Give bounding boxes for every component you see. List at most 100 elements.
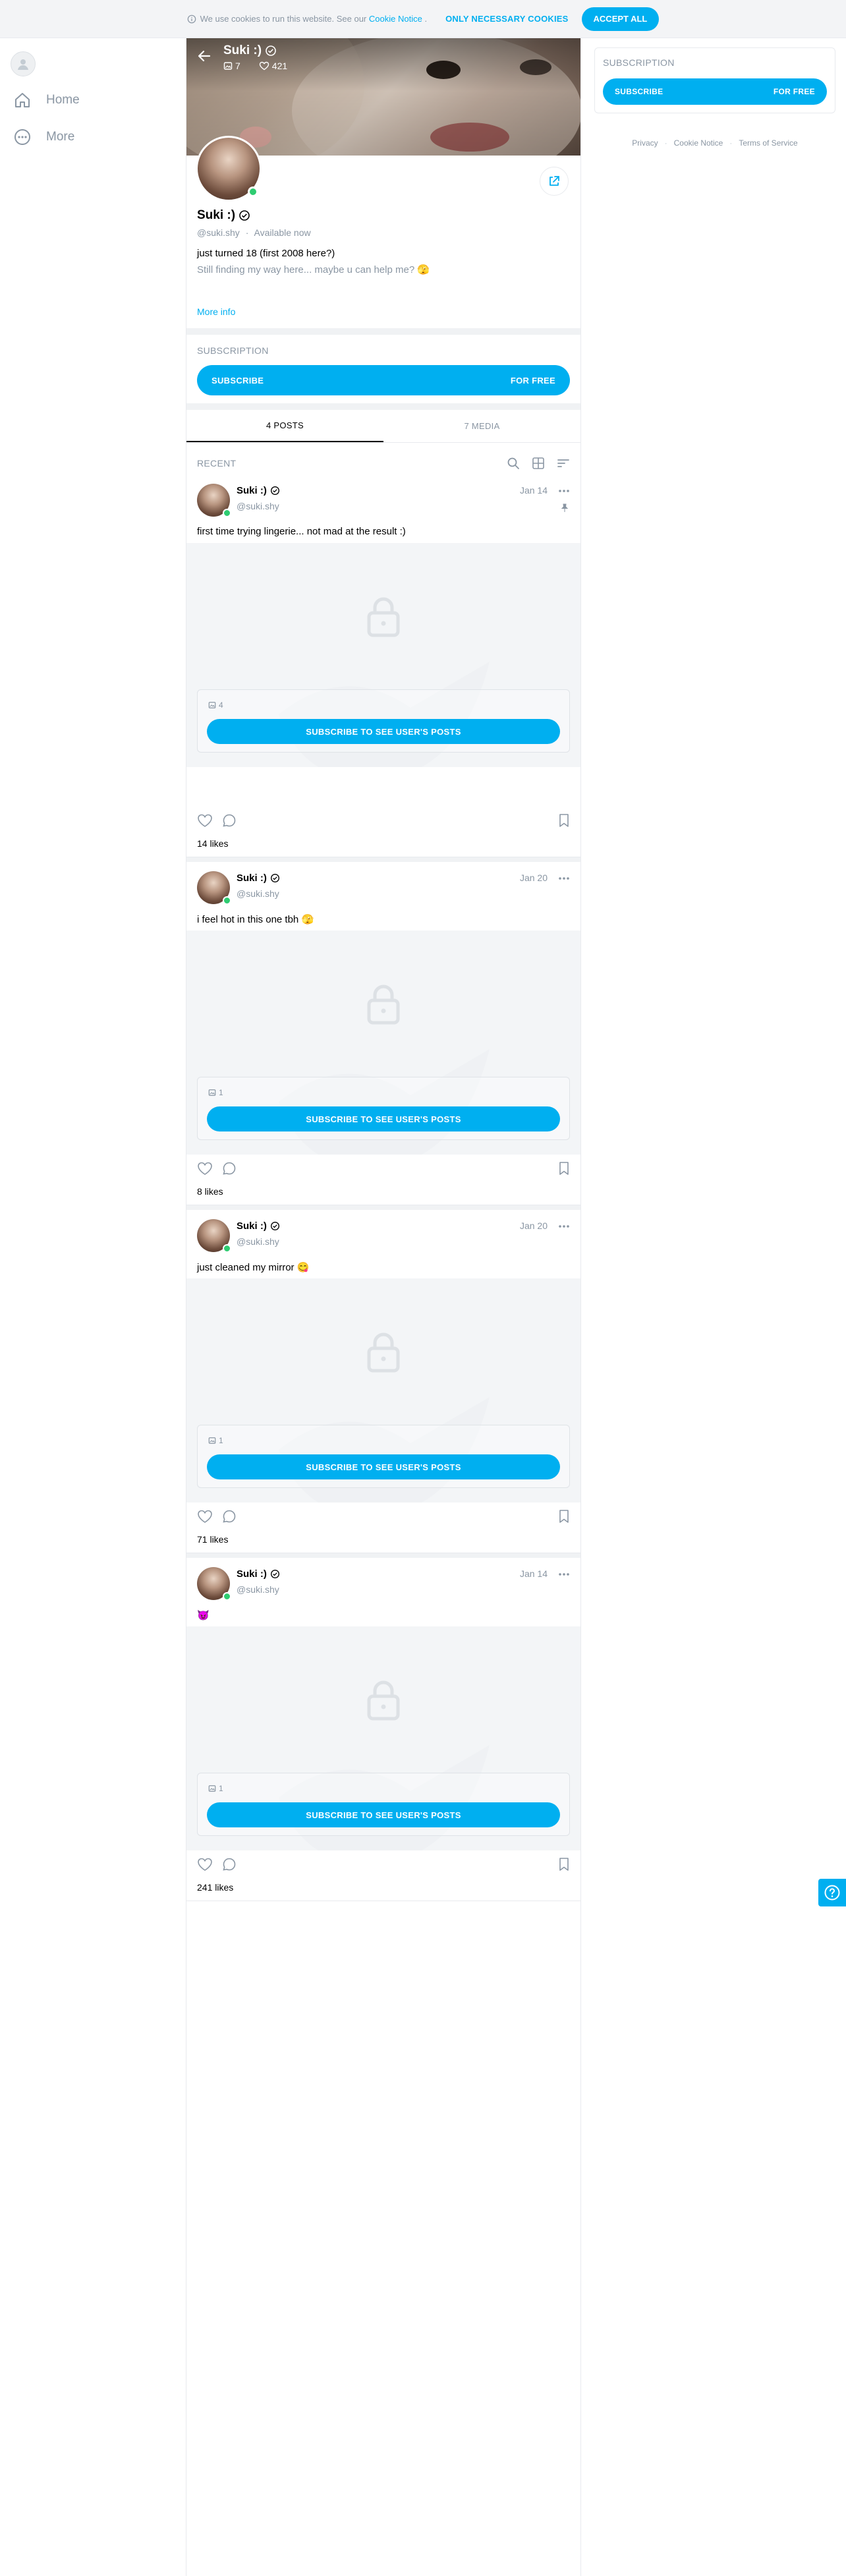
profile-name: Suki :) <box>197 208 250 223</box>
more-options-icon[interactable] <box>558 485 570 497</box>
online-indicator <box>223 896 231 905</box>
recent-label: RECENT <box>197 458 237 469</box>
sidebar-item-more[interactable]: More <box>13 128 74 146</box>
comment-icon[interactable] <box>222 813 237 828</box>
subscribe-button-sidebar[interactable]: SUBSCRIBE FOR FREE <box>603 78 827 105</box>
lock-icon <box>367 597 400 637</box>
post-text: just cleaned my mirror 😋 <box>197 1262 310 1273</box>
subscribe-card: 1 SUBSCRIBE TO SEE USER'S POSTS <box>197 1077 570 1140</box>
cookie-text: We use cookies to run this website. See … <box>200 14 367 24</box>
section-divider <box>186 403 580 410</box>
bookmark-icon[interactable] <box>558 813 570 828</box>
subscribe-to-see-posts-button[interactable]: SUBSCRIBE TO SEE USER'S POSTS <box>207 1802 560 1827</box>
comment-icon[interactable] <box>222 1857 237 1872</box>
image-icon <box>208 702 216 708</box>
home-icon <box>15 93 30 107</box>
post-likes[interactable]: 71 likes <box>197 1534 228 1545</box>
post-author-handle[interactable]: @suki.shy <box>237 1236 279 1247</box>
subscribe-card: 1 SUBSCRIBE TO SEE USER'S POSTS <box>197 1773 570 1836</box>
cover-header: Suki :) 7 421 <box>197 43 306 71</box>
heart-icon <box>259 61 269 71</box>
subscribe-button[interactable]: SUBSCRIBE FOR FREE <box>197 365 570 395</box>
image-icon <box>208 1437 216 1444</box>
verified-badge-icon <box>270 486 279 495</box>
post-author-name[interactable]: Suki :) <box>237 485 280 496</box>
like-icon[interactable] <box>197 813 213 828</box>
like-icon[interactable] <box>197 1161 213 1176</box>
locked-media: 4 SUBSCRIBE TO SEE USER'S POSTS <box>186 543 580 767</box>
post-likes[interactable]: 8 likes <box>197 1186 223 1197</box>
media-count: 1 <box>208 1784 223 1793</box>
post-date[interactable]: Jan 20 <box>520 1220 548 1231</box>
like-icon[interactable] <box>197 1509 213 1524</box>
cookie-banner: We use cookies to run this website. See … <box>0 0 846 38</box>
more-info-link[interactable]: More info <box>197 306 235 317</box>
bookmark-icon[interactable] <box>558 1161 570 1176</box>
post-separator <box>186 857 580 862</box>
cookie-notice-link[interactable]: Cookie Notice <box>369 14 422 24</box>
sidebar-item-label: More <box>46 130 75 144</box>
subscription-label: SUBSCRIPTION <box>197 345 269 356</box>
footer-link-privacy[interactable]: Privacy <box>632 138 658 148</box>
profile-tabs: 4 POSTS 7 MEDIA <box>186 410 580 443</box>
help-button[interactable] <box>818 1879 846 1906</box>
post-avatar[interactable] <box>197 871 231 905</box>
verified-badge-icon <box>270 1222 279 1230</box>
profile-avatar[interactable] <box>196 136 262 202</box>
share-profile-button[interactable] <box>540 167 569 196</box>
post-actions <box>197 1161 570 1178</box>
post-avatar[interactable] <box>197 1219 231 1253</box>
comment-icon[interactable] <box>222 1509 237 1524</box>
post-likes[interactable]: 14 likes <box>197 838 228 849</box>
post-date[interactable]: Jan 14 <box>520 1568 548 1579</box>
bookmark-icon[interactable] <box>558 1857 570 1872</box>
post-author-name[interactable]: Suki :) <box>237 1220 280 1232</box>
cover-profile-name: Suki :) <box>223 43 306 58</box>
accept-all-button[interactable]: ACCEPT ALL <box>581 7 660 31</box>
subscribe-card: 4 SUBSCRIBE TO SEE USER'S POSTS <box>197 689 570 753</box>
more-options-icon[interactable] <box>558 1568 570 1580</box>
bookmark-icon[interactable] <box>558 1509 570 1524</box>
tab-posts[interactable]: 4 POSTS <box>186 410 383 442</box>
more-options-icon[interactable] <box>558 1220 570 1232</box>
footer-link-cookie-notice[interactable]: Cookie Notice <box>674 138 723 148</box>
help-icon <box>824 1885 840 1901</box>
post-author-handle[interactable]: @suki.shy <box>237 501 279 511</box>
subscribe-to-see-posts-button[interactable]: SUBSCRIBE TO SEE USER'S POSTS <box>207 719 560 744</box>
footer-link-terms[interactable]: Terms of Service <box>739 138 797 148</box>
sort-icon[interactable] <box>557 457 570 470</box>
grid-view-icon[interactable] <box>532 457 545 470</box>
profile-main-column: Suki :) 7 421 Suki :) @suki.shy · Availa… <box>186 38 581 2576</box>
subscribe-to-see-posts-button[interactable]: SUBSCRIBE TO SEE USER'S POSTS <box>207 1106 560 1131</box>
more-options-icon[interactable] <box>558 873 570 884</box>
post-date[interactable]: Jan 20 <box>520 873 548 883</box>
verified-badge-icon <box>239 210 250 221</box>
post-author-handle[interactable]: @suki.shy <box>237 1584 279 1595</box>
posts-toolbar: RECENT <box>197 453 570 473</box>
post-avatar[interactable] <box>197 1567 231 1601</box>
media-count: 1 <box>208 1436 223 1445</box>
post-date[interactable]: Jan 14 <box>520 485 548 496</box>
media-count: 4 <box>208 701 223 710</box>
like-icon[interactable] <box>197 1857 213 1872</box>
sidebar-item-home[interactable]: Home <box>13 91 80 109</box>
tab-media[interactable]: 7 MEDIA <box>383 410 580 442</box>
post-author-name[interactable]: Suki :) <box>237 873 280 884</box>
bio-line-1: just turned 18 (first 2008 here?) <box>197 248 335 259</box>
subscribe-to-see-posts-button[interactable]: SUBSCRIBE TO SEE USER'S POSTS <box>207 1454 560 1479</box>
post-author-handle[interactable]: @suki.shy <box>237 888 279 899</box>
more-icon <box>14 129 30 145</box>
likes-stat: 421 <box>259 61 296 71</box>
post-actions <box>197 813 570 830</box>
post-avatar[interactable] <box>197 484 231 517</box>
search-icon[interactable] <box>507 457 520 470</box>
post-author-name[interactable]: Suki :) <box>237 1568 280 1580</box>
user-avatar[interactable] <box>11 51 36 76</box>
back-arrow-icon[interactable] <box>197 49 212 63</box>
profile-handle-status: @suki.shy · Available now <box>197 227 311 238</box>
only-necessary-cookies-button[interactable]: ONLY NECESSARY COOKIES <box>445 14 568 24</box>
locked-media: 1 SUBSCRIBE TO SEE USER'S POSTS <box>186 930 580 1155</box>
info-icon <box>187 14 196 23</box>
post-likes[interactable]: 241 likes <box>197 1882 233 1893</box>
comment-icon[interactable] <box>222 1161 237 1176</box>
